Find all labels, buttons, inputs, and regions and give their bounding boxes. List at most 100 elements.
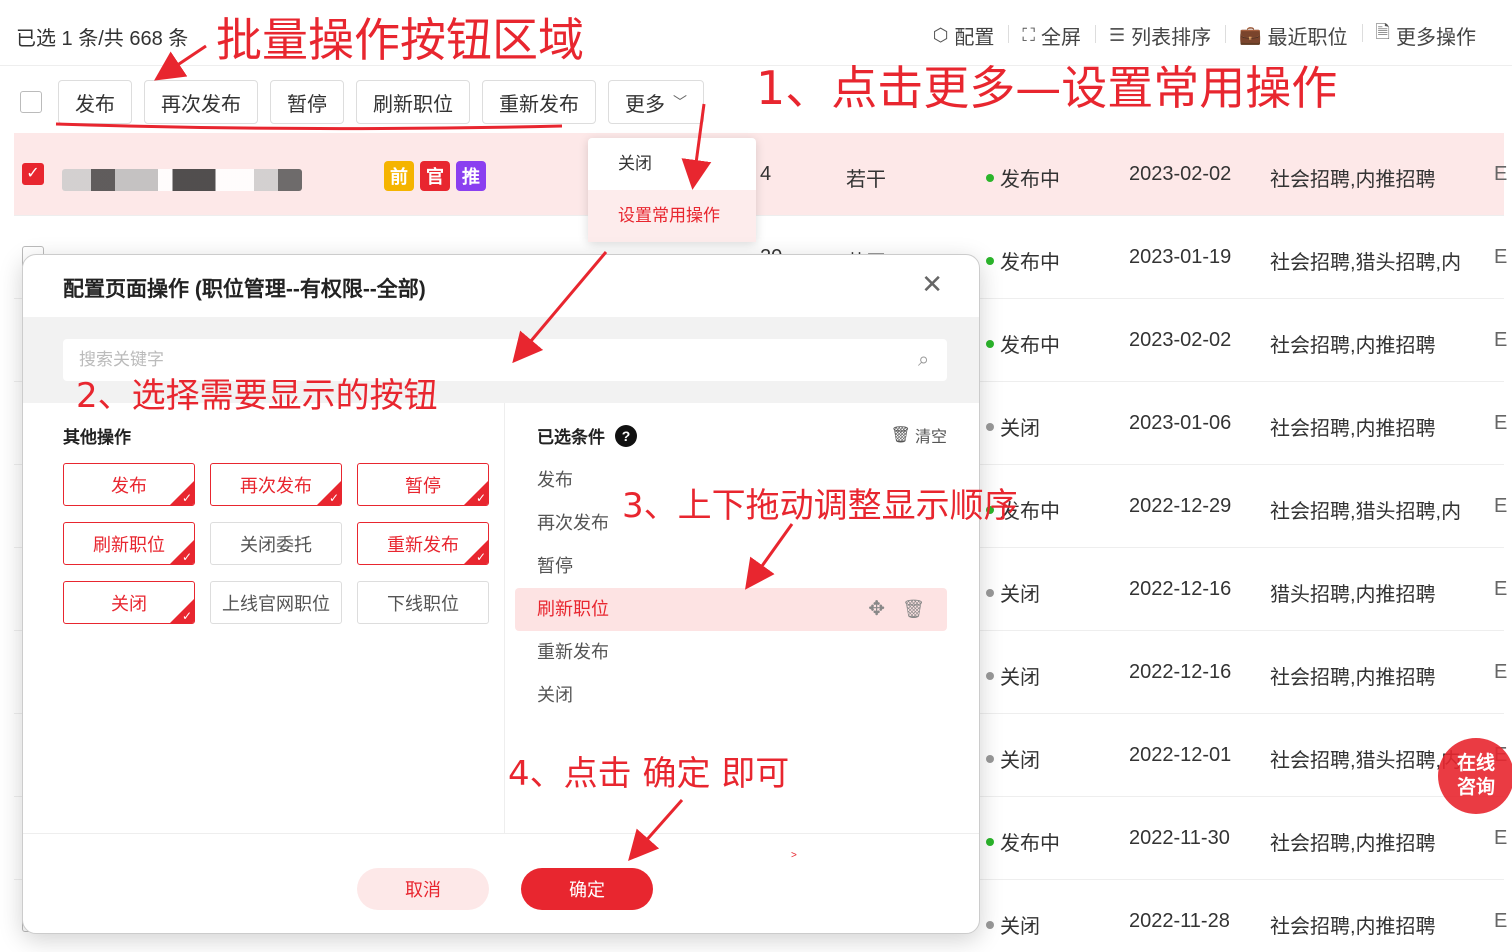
status-dot [986,256,994,265]
annotation-step2: 2、选择需要显示的按钮 [76,376,438,416]
option-toggle[interactable]: 下线职位 [357,581,489,624]
table-row[interactable]: ✓ 前官推 4 若干 发布中 2023-02-02 社会招聘,内推招聘 E [14,133,1507,216]
extra-cell: E [1494,910,1508,932]
count-cell: 若干 [846,169,886,191]
consult-line2: 咨询 [1456,777,1495,798]
job-tag: 官 [420,161,450,191]
option-toggle[interactable]: 关闭委托 [210,522,342,565]
extra-cell: E [1494,827,1508,849]
selected-item-label: 重新发布 [537,642,609,662]
option-toggle[interactable]: 发布 ✓ [63,463,195,506]
more-dropdown: 关闭 设置常用操作 [588,138,756,242]
selected-item[interactable]: 刷新职位 ✥ 🗑 [515,588,947,631]
date-cell: 2023-01-19 [1129,246,1232,268]
modal-header: 配置页面操作 (职位管理--有权限--全部) ✕ [23,255,979,317]
selected-item[interactable]: 暂停 [515,545,947,588]
option-label: 下线职位 [387,593,459,614]
extra-cell: E [1494,495,1508,517]
check-icon: ✓ [181,550,192,564]
selected-item[interactable]: 关闭 [515,674,947,717]
online-consult-button[interactable]: 在线 咨询 [1438,738,1512,814]
extra-cell: E [1494,578,1508,600]
channel-cell: 社会招聘,内推招聘 [1270,833,1436,855]
status-cell: 发布中 [986,827,1060,856]
other-actions-panel: 其他操作 发布 ✓ 再次发布 ✓ 暂停 ✓ 刷新职位 ✓ 关闭委托 重新发布 ✓ 关闭 ✓ 上线官网职位 下… [23,403,505,833]
top-action-4[interactable]: 🗎 更多操作 [1361,20,1490,50]
sort-list-icon: ☰ [1108,24,1126,45]
top-actions: ⬡ 配置 ⛶ 全屏 ☰ 列表排序 💼 最近职位 🗎 更多操作 [919,20,1490,50]
option-toggle[interactable]: 刷新职位 ✓ [63,522,195,565]
confirm-button[interactable]: 确定 [521,868,653,910]
top-action-0[interactable]: ⬡ 配置 [919,21,1009,50]
job-tags: 前官推 [384,161,486,191]
more-label: 更多 [625,93,665,116]
option-toggle[interactable]: 暂停 ✓ [357,463,489,506]
selected-item-label: 关闭 [537,685,573,705]
config-actions-modal: 配置页面操作 (职位管理--有权限--全部) ✕ ⌕ 其他操作 发布 ✓ 再次发布 ✓… [22,254,980,934]
batch-button-2[interactable]: 暂停 [270,80,344,124]
extra-cell: E [1494,661,1508,683]
batch-button-4[interactable]: 重新发布 [482,80,596,124]
batch-button-3[interactable]: 刷新职位 [356,80,470,124]
select-all-checkbox[interactable] [20,91,42,113]
status-text: 发布中 [1000,833,1060,855]
selected-item-label: 刷新职位 [537,599,609,619]
delete-icon[interactable]: 🗑 [902,588,925,631]
status-text: 发布中 [1000,335,1060,357]
clear-label: 清空 [914,429,947,446]
top-action-label: 更多操作 [1396,26,1476,49]
top-action-3[interactable]: 💼 最近职位 [1225,21,1361,50]
batch-button-1[interactable]: 再次发布 [144,80,258,124]
status-text: 关闭 [1000,418,1040,440]
footer-mark: > [791,850,797,861]
status-cell: 关闭 [986,910,1040,939]
option-label: 关闭 [111,593,147,614]
batch-action-bar: 发布 再次发布 暂停 刷新职位 重新发布 更多 ﹀ [14,78,716,126]
extra-cell: E [1494,246,1508,268]
top-action-label: 全屏 [1040,26,1081,49]
channel-cell: 社会招聘,猎头招聘,内 [1270,501,1462,523]
cancel-button[interactable]: 取消 [357,868,489,910]
row-checkbox[interactable]: ✓ [22,163,44,185]
date-cell: 2023-01-06 [1129,412,1232,434]
batch-button-0[interactable]: 发布 [58,80,132,124]
check-icon: ✓ [328,491,339,505]
selected-item[interactable]: 重新发布 [515,631,947,674]
trash-icon: 🗑 [890,427,911,444]
option-toggle[interactable]: 上线官网职位 [210,581,342,624]
annotation-batch-area: 批量操作按钮区域 [216,13,584,67]
dropdown-item-close[interactable]: 关闭 [588,138,756,190]
more-button[interactable]: 更多 ﹀ [608,80,704,124]
clear-button[interactable]: 🗑 清空 [891,423,947,447]
option-toggle[interactable]: 再次发布 ✓ [210,463,342,506]
selected-item-label: 暂停 [537,556,573,576]
status-cell: 发布中 [986,163,1060,192]
help-icon[interactable]: ? [615,424,637,447]
check-icon: ✓ [475,550,486,564]
status-dot [986,837,994,846]
status-text: 关闭 [1000,916,1040,938]
modal-footer: > 取消 确定 [23,833,979,933]
fullscreen-icon: ⛶ [1022,24,1035,45]
consult-line1: 在线 [1456,753,1495,774]
annotation-step3: 3、上下拖动调整显示顺序 [622,486,1018,526]
selection-count: 已选 1 条/共 668 条 [16,28,189,50]
status-text: 发布中 [1000,252,1060,274]
modal-title: 配置页面操作 (职位管理--有权限--全部) [63,278,426,301]
selected-item-label: 再次发布 [537,513,609,533]
dropdown-item-set-common-actions[interactable]: 设置常用操作 [588,190,756,242]
other-actions-title: 其他操作 [63,428,131,447]
drag-handle-icon[interactable]: ✥ [868,588,885,631]
close-icon[interactable]: ✕ [921,269,943,300]
search-icon[interactable]: ⌕ [918,349,929,372]
option-toggle[interactable]: 关闭 ✓ [63,581,195,624]
top-action-1[interactable]: ⛶ 全屏 [1008,21,1095,50]
options-grid: 发布 ✓ 再次发布 ✓ 暂停 ✓ 刷新职位 ✓ 关闭委托 重新发布 ✓ 关闭 ✓ 上线官网职位 下线职位 [63,463,489,624]
option-toggle[interactable]: 重新发布 ✓ [357,522,489,565]
status-dot [986,754,994,763]
check-icon: ✓ [475,491,486,505]
top-action-2[interactable]: ☰ 列表排序 [1094,21,1225,50]
option-label: 上线官网职位 [222,593,330,614]
channel-cell: 猎头招聘,内推招聘 [1270,584,1436,606]
date-cell: 2023-02-02 [1129,163,1232,185]
